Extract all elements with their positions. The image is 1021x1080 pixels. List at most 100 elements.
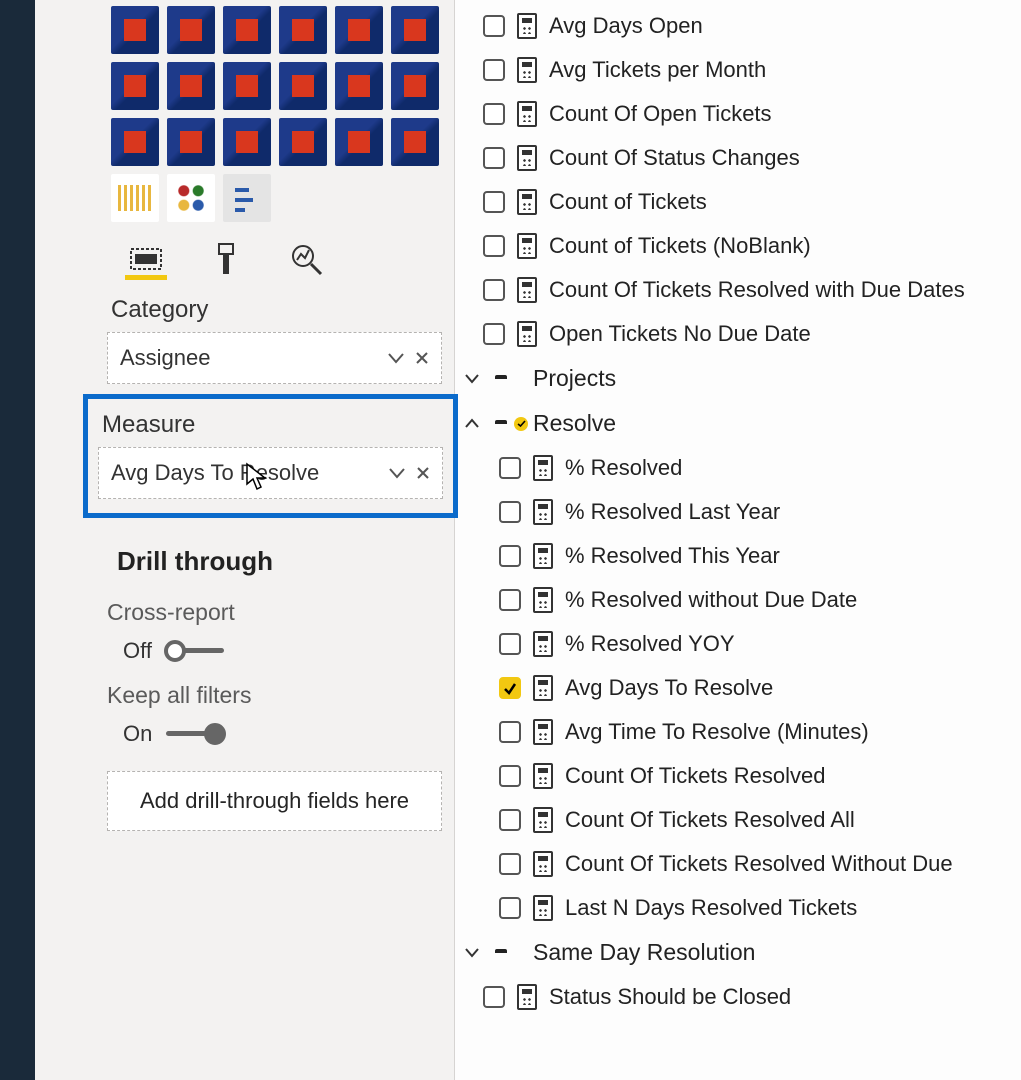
calculator-icon (517, 277, 537, 303)
calculator-icon (533, 895, 553, 921)
group-projects[interactable]: Projects (461, 356, 1021, 401)
group-resolve[interactable]: Resolve (461, 401, 1021, 446)
checkbox[interactable] (499, 633, 521, 655)
calculator-icon (533, 631, 553, 657)
viz-thumbnail[interactable] (167, 6, 215, 54)
field-item[interactable]: Count of Tickets (461, 180, 1021, 224)
checkbox[interactable] (483, 323, 505, 345)
field-label: % Resolved without Due Date (565, 587, 857, 613)
viz-thumbnail[interactable] (391, 62, 439, 110)
calculator-icon (517, 189, 537, 215)
chevron-down-icon[interactable] (383, 352, 409, 364)
checkbox[interactable] (483, 235, 505, 257)
viz-thumbnail[interactable] (391, 6, 439, 54)
checkbox[interactable] (499, 457, 521, 479)
canvas-gutter (35, 0, 95, 1080)
calculator-icon (533, 543, 553, 569)
field-item[interactable]: Count Of Tickets Resolved with Due Dates (461, 268, 1021, 312)
viz-thumbnail[interactable] (111, 118, 159, 166)
viz-thumbnail[interactable] (335, 6, 383, 54)
field-item[interactable]: Count Of Open Tickets (461, 92, 1021, 136)
calculator-icon (533, 499, 553, 525)
viz-thumbnail[interactable] (279, 118, 327, 166)
category-field-well[interactable]: Assignee (107, 332, 442, 384)
field-item[interactable]: Avg Days Open (461, 4, 1021, 48)
field-item[interactable]: Count Of Tickets Resolved All (461, 798, 1021, 842)
chevron-down-icon[interactable] (384, 467, 410, 479)
cross-report-toggle-row: Off (101, 626, 448, 670)
viz-thumbnail[interactable] (111, 174, 159, 222)
field-item[interactable]: Status Should be Closed (461, 975, 1021, 1019)
viz-thumbnail[interactable] (279, 62, 327, 110)
checkbox[interactable] (483, 279, 505, 301)
measure-field-well[interactable]: Avg Days To Resolve (98, 447, 443, 499)
checkbox[interactable] (499, 501, 521, 523)
checkbox[interactable] (499, 677, 521, 699)
field-item[interactable]: Avg Time To Resolve (Minutes) (461, 710, 1021, 754)
viz-settings-tabs (101, 232, 448, 280)
field-label: Avg Days Open (549, 13, 703, 39)
field-label: Count of Tickets (549, 189, 707, 215)
viz-thumbnail[interactable] (167, 174, 215, 222)
group-label: Same Day Resolution (533, 939, 755, 966)
field-item[interactable]: Count of Tickets (NoBlank) (461, 224, 1021, 268)
cross-report-toggle[interactable] (166, 641, 224, 661)
drill-through-heading: Drill through (101, 528, 448, 587)
field-item[interactable]: % Resolved Last Year (461, 490, 1021, 534)
field-item[interactable]: Avg Days To Resolve (461, 666, 1021, 710)
keep-filters-toggle[interactable] (166, 724, 224, 744)
viz-thumbnail[interactable] (335, 118, 383, 166)
checkbox[interactable] (499, 765, 521, 787)
chevron-down-icon (461, 373, 483, 385)
keep-filters-label: Keep all filters (101, 670, 448, 709)
field-item[interactable]: Count Of Tickets Resolved Without Due (461, 842, 1021, 886)
checkbox[interactable] (499, 809, 521, 831)
viz-thumbnail[interactable] (223, 174, 271, 222)
viz-thumbnail[interactable] (111, 6, 159, 54)
checkbox[interactable] (499, 853, 521, 875)
tab-analytics[interactable] (285, 242, 327, 280)
viz-thumbnail[interactable] (111, 62, 159, 110)
field-item[interactable]: Open Tickets No Due Date (461, 312, 1021, 356)
group-same-day[interactable]: Same Day Resolution (461, 930, 1021, 975)
field-item[interactable]: Count Of Status Changes (461, 136, 1021, 180)
checkbox[interactable] (483, 147, 505, 169)
checkbox[interactable] (483, 986, 505, 1008)
field-label: Avg Tickets per Month (549, 57, 766, 83)
checkbox[interactable] (483, 103, 505, 125)
checkbox[interactable] (499, 589, 521, 611)
field-item[interactable]: % Resolved without Due Date (461, 578, 1021, 622)
viz-thumbnail[interactable] (167, 118, 215, 166)
viz-thumbnail[interactable] (167, 62, 215, 110)
tab-fields[interactable] (125, 242, 167, 280)
remove-field-icon[interactable] (409, 351, 435, 365)
checkbox[interactable] (499, 721, 521, 743)
drill-fields-dropzone[interactable]: Add drill-through fields here (107, 771, 442, 831)
tab-format[interactable] (205, 242, 247, 280)
remove-field-icon[interactable] (410, 466, 436, 480)
checkbox[interactable] (483, 59, 505, 81)
field-label: Last N Days Resolved Tickets (565, 895, 857, 921)
calculator-icon (533, 851, 553, 877)
field-item[interactable]: Count Of Tickets Resolved (461, 754, 1021, 798)
field-label: Status Should be Closed (549, 984, 791, 1010)
checkbox[interactable] (483, 191, 505, 213)
viz-thumbnail[interactable] (391, 118, 439, 166)
checkbox[interactable] (483, 15, 505, 37)
checkbox[interactable] (499, 545, 521, 567)
field-item[interactable]: % Resolved (461, 446, 1021, 490)
checkbox[interactable] (499, 897, 521, 919)
field-item[interactable]: Avg Tickets per Month (461, 48, 1021, 92)
viz-thumbnail[interactable] (279, 6, 327, 54)
calculator-icon (517, 233, 537, 259)
calculator-icon (533, 719, 553, 745)
viz-thumbnail[interactable] (223, 118, 271, 166)
viz-thumbnail[interactable] (223, 62, 271, 110)
field-item[interactable]: % Resolved This Year (461, 534, 1021, 578)
viz-thumbnail[interactable] (223, 6, 271, 54)
measure-highlight-box: Measure Avg Days To Resolve (83, 394, 458, 518)
viz-thumbnail[interactable] (335, 62, 383, 110)
field-item[interactable]: Last N Days Resolved Tickets (461, 886, 1021, 930)
fields-panel: Avg Days Open Avg Tickets per Month Count … (455, 0, 1021, 1080)
field-item[interactable]: % Resolved YOY (461, 622, 1021, 666)
